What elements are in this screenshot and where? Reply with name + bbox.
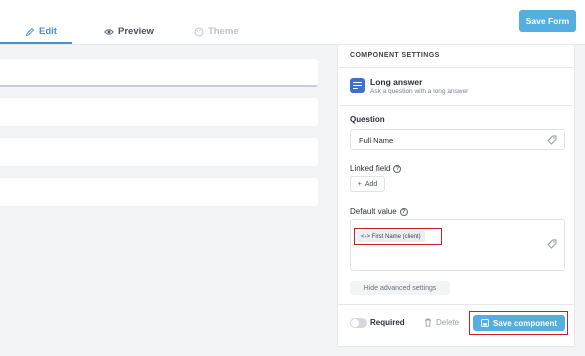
top-bar: Edit Preview Theme Save Form (0, 0, 585, 45)
component-settings-panel: COMPONENT SETTINGS Long answer Ask a que… (337, 45, 575, 347)
tab-edit-label: Edit (39, 26, 57, 37)
panel-title: COMPONENT SETTINGS (338, 45, 574, 68)
plus-icon: + (357, 180, 362, 188)
question-input[interactable]: Full Name (350, 129, 565, 150)
form-field-row[interactable] (0, 98, 318, 126)
linked-field-label-text: Linked field (350, 164, 391, 173)
form-field-row[interactable] (0, 59, 318, 87)
default-value-input[interactable]: <-> First Name (client) (350, 219, 565, 271)
active-tab-indicator (0, 42, 72, 44)
form-field-row[interactable] (0, 178, 318, 206)
form-field-row[interactable] (0, 138, 318, 166)
divider (338, 304, 574, 305)
default-value-label-text: Default value (350, 207, 397, 216)
question-label: Question (350, 115, 385, 124)
help-icon[interactable]: ? (399, 207, 408, 216)
component-description: Ask a question with a long answer (370, 88, 469, 95)
tab-theme[interactable]: Theme (194, 26, 239, 37)
question-label-text: Question (350, 115, 385, 124)
highlight-box (354, 228, 442, 245)
question-value: Full Name (359, 136, 394, 145)
tab-theme-label: Theme (208, 26, 239, 37)
pencil-icon (25, 27, 35, 36)
tab-preview[interactable]: Preview (104, 26, 154, 37)
palette-icon (194, 27, 204, 36)
help-icon[interactable]: ? (393, 164, 402, 173)
hide-advanced-settings-button[interactable]: Hide advanced settings (350, 281, 450, 295)
tab-preview-label: Preview (118, 26, 154, 37)
divider (338, 105, 574, 106)
highlight-box (469, 311, 568, 335)
default-value-label: Default value ? (350, 207, 408, 216)
delete-label: Delete (436, 318, 460, 327)
tag-icon[interactable] (547, 239, 557, 249)
delete-button[interactable]: Delete (424, 318, 459, 327)
tag-icon[interactable] (547, 135, 557, 145)
linked-field-label: Linked field ? (350, 164, 402, 173)
tab-edit[interactable]: Edit (25, 26, 57, 37)
component-name: Long answer (370, 77, 423, 87)
save-form-button[interactable]: Save Form (519, 10, 576, 32)
required-label: Required (370, 318, 405, 327)
add-linked-field-button[interactable]: + Add (350, 176, 385, 192)
trash-icon (425, 318, 431, 327)
eye-icon (104, 28, 114, 35)
add-label: Add (364, 180, 378, 188)
long-answer-icon (350, 78, 365, 93)
required-toggle[interactable] (350, 318, 367, 328)
